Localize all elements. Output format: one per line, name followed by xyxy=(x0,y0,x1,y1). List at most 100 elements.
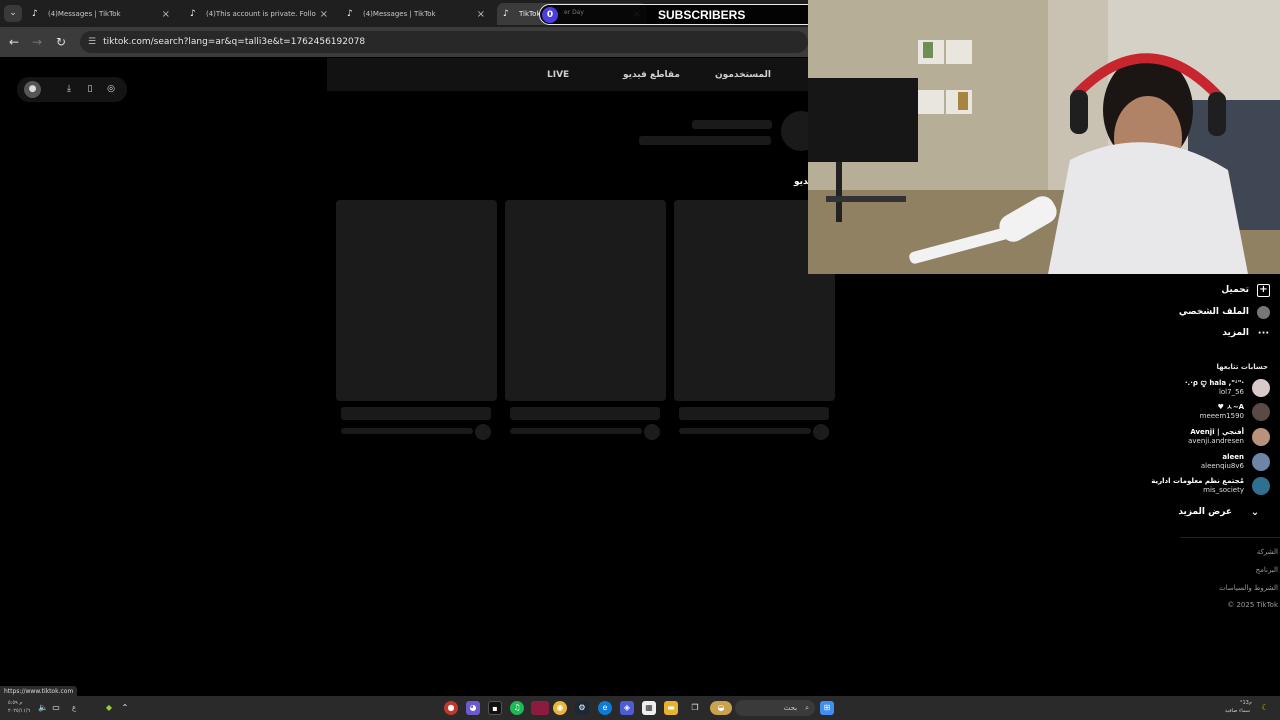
footer-link-company[interactable]: الشركة xyxy=(1257,548,1278,556)
browser-tab[interactable]: ♪ (4)This account is private. Follow thi… xyxy=(184,3,334,25)
tab-search-chevron-icon[interactable]: ⌄ xyxy=(4,5,22,22)
following-account[interactable]: ♥ ㅅ~A meeem1590 xyxy=(1200,402,1270,422)
sidebar-item-label: المزيد xyxy=(1222,328,1249,338)
tab-close-icon[interactable]: × xyxy=(477,9,485,20)
tab-users[interactable]: المستخدمون xyxy=(715,70,771,80)
skeleton-line xyxy=(639,136,771,145)
tiktok-favicon-icon: ♪ xyxy=(503,9,509,19)
app-icon[interactable]: ◈ xyxy=(620,701,634,715)
account-display-name: ♥ ㅅ~A xyxy=(1217,403,1244,411)
sidebar-item-label: تحميل xyxy=(1221,285,1249,295)
download-icon[interactable]: ⤓ xyxy=(62,82,76,96)
tiktok-icon[interactable]: ◎ xyxy=(104,82,118,96)
windows-taskbar: م ٥:٥٩ ٢٠٢٥/١١/٦ 🔈 ▭ ع ◆ ⌃ ● ◕ ▪ ♫ ◉ ⚙ e… xyxy=(0,696,1280,720)
skeleton-dot xyxy=(475,424,491,440)
account-username: avenji.andresen xyxy=(1188,437,1244,445)
discord-icon[interactable]: ◕ xyxy=(466,701,480,715)
search-results-tabs: LIVE مقاطع فيديو المستخدمون xyxy=(327,58,808,91)
clock-date[interactable]: ٢٠٢٥/١١/٦ xyxy=(8,708,30,714)
streamer-camera-image xyxy=(808,0,1280,274)
calendar-icon[interactable]: ▦ xyxy=(642,701,656,715)
network-icon[interactable]: ▭ xyxy=(49,701,63,715)
clock-time[interactable]: م ٥:٥٩ xyxy=(8,700,22,706)
reload-icon[interactable]: ↻ xyxy=(53,34,69,50)
weather-moon-icon[interactable]: ☾ xyxy=(1258,701,1272,715)
taskbar-search[interactable]: بحث ⌕ xyxy=(735,700,815,716)
skeleton-video-card xyxy=(336,200,497,401)
steam-icon[interactable]: ⚙ xyxy=(575,701,589,715)
weather-temperature[interactable]: °13م xyxy=(1240,700,1252,706)
account-username: meeem1590 xyxy=(1199,412,1244,420)
terminal-icon[interactable]: ▪ xyxy=(488,701,502,715)
skeleton-line xyxy=(341,428,473,434)
sidebar-item-upload[interactable]: تحميل + xyxy=(1221,282,1270,298)
following-account[interactable]: مُجتمع نظم معلومات ادارية mis_society xyxy=(1151,476,1270,496)
account-username: mis_society xyxy=(1203,486,1244,494)
floating-toolbar: ● ⤓ ▯ ◎ xyxy=(17,77,127,102)
plus-square-icon: + xyxy=(1257,283,1270,297)
tab-live[interactable]: LIVE xyxy=(547,70,569,80)
windows-start-icon[interactable]: ⊞ xyxy=(820,701,834,715)
forward-arrow-icon[interactable]: → xyxy=(29,34,45,50)
user-avatar-icon[interactable]: ● xyxy=(24,81,41,98)
account-avatar xyxy=(1252,453,1270,471)
tray-chevron-up-icon[interactable]: ⌃ xyxy=(118,701,132,715)
address-bar[interactable]: ☰ tiktok.com/search?lang=ar&q=talli3e&t=… xyxy=(80,31,808,53)
volume-icon[interactable]: 🔈 xyxy=(36,701,50,715)
more-dots-icon: ··· xyxy=(1257,327,1270,339)
account-display-name: مُجتمع نظم معلومات ادارية xyxy=(1151,477,1244,485)
app-window-icon[interactable] xyxy=(531,701,549,715)
input-language[interactable]: ع xyxy=(72,704,76,712)
edge-icon[interactable]: e xyxy=(598,701,612,715)
footer-link-terms[interactable]: الشروط والسياسات xyxy=(1219,584,1278,592)
weather-description[interactable]: سماء صافية xyxy=(1225,708,1250,714)
tray-app-icon[interactable]: ◆ xyxy=(102,701,116,715)
back-arrow-icon[interactable]: ← xyxy=(6,34,22,50)
screen: ⌄ ♪ (4)Messages | TikTok × ♪ (4)This acc… xyxy=(0,0,1280,720)
right-sidebar: تحميل + الملف الشخصي المزيد ··· حسابات ت… xyxy=(1120,278,1280,618)
sidebar-item-profile[interactable]: الملف الشخصي xyxy=(1179,304,1270,320)
following-account[interactable]: ·.·ρ ꨄ hala ,"ꜜ"· lol7_56 xyxy=(1185,378,1270,398)
show-more-label: عرض المزيد xyxy=(1178,507,1232,517)
skeleton-line xyxy=(679,407,829,420)
tab-title: (4)Messages | TikTok xyxy=(363,10,436,18)
file-explorer-icon[interactable]: ▬ xyxy=(664,701,678,715)
tab-title: (4)This account is private. Follow this … xyxy=(206,10,316,18)
widgets-icon[interactable]: ◒ xyxy=(710,701,732,715)
tab-videos[interactable]: مقاطع فيديو xyxy=(623,70,680,80)
account-avatar xyxy=(1252,379,1270,397)
skeleton-dot xyxy=(644,424,660,440)
footer-link-program[interactable]: البرنامج xyxy=(1256,566,1278,574)
skeleton-line xyxy=(679,428,811,434)
browser-tab[interactable]: ♪ (4)Messages | TikTok × xyxy=(26,3,176,25)
task-view-icon[interactable]: ❐ xyxy=(688,701,702,715)
show-more-button[interactable]: عرض المزيد ⌄ xyxy=(1178,504,1270,520)
skeleton-line xyxy=(510,428,642,434)
address-url: tiktok.com/search?lang=ar&q=talli3e&t=17… xyxy=(103,37,366,47)
spotify-icon[interactable]: ♫ xyxy=(510,701,524,715)
account-username: lol7_56 xyxy=(1218,388,1244,396)
following-account[interactable]: Avenji | أفنجي avenji.andresen xyxy=(1188,427,1270,447)
sidebar-item-more[interactable]: المزيد ··· xyxy=(1222,325,1270,341)
footer-copyright: © 2025 TikTok xyxy=(1227,601,1278,609)
divider xyxy=(1180,537,1280,538)
browser-tab[interactable]: ♪ (4)Messages | TikTok × xyxy=(341,3,491,25)
tiktok-favicon-icon: ♪ xyxy=(190,9,196,19)
skeleton-dot xyxy=(813,424,829,440)
tab-title: (4)Messages | TikTok xyxy=(48,10,121,18)
following-account[interactable]: aleen aleenqiu8v6 xyxy=(1201,452,1270,472)
search-icon: ⌕ xyxy=(805,703,809,712)
tab-close-icon[interactable]: × xyxy=(320,9,328,20)
mobile-device-icon[interactable]: ▯ xyxy=(83,82,97,96)
chrome-icon[interactable]: ◉ xyxy=(553,701,567,715)
site-info-icon[interactable]: ☰ xyxy=(88,37,96,47)
webcam-feed xyxy=(808,0,1280,274)
account-avatar xyxy=(1252,428,1270,446)
account-avatar xyxy=(1252,477,1270,495)
app-icon[interactable]: ● xyxy=(444,701,458,715)
overlay-background-text: er Day xyxy=(564,9,584,16)
subscriber-count: 0 xyxy=(542,7,558,23)
tab-close-icon[interactable]: × xyxy=(162,9,170,20)
account-display-name: aleen xyxy=(1222,453,1244,461)
following-accounts-title: حسابات تتابعها xyxy=(1216,363,1268,371)
